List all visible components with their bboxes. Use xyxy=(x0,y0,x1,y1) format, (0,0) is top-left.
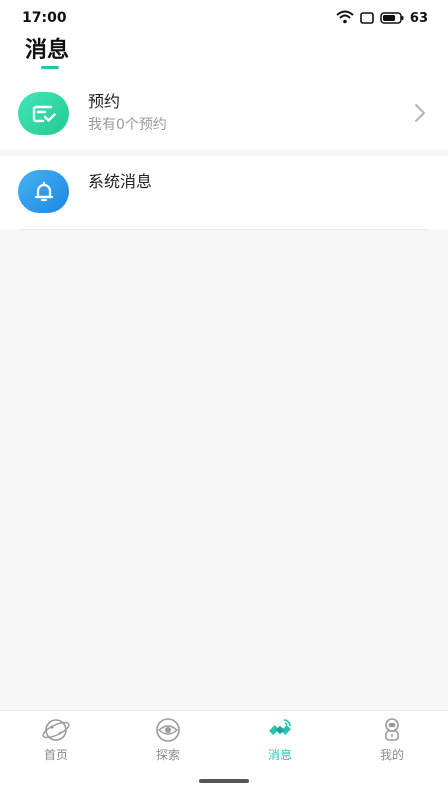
tab-label: 我的 xyxy=(379,748,404,762)
tab-label: 首页 xyxy=(43,748,68,762)
planet-icon xyxy=(41,717,71,743)
tab-label: 消息 xyxy=(267,748,292,762)
tab-explore[interactable]: 探索 xyxy=(128,717,208,767)
home-indicator[interactable] xyxy=(199,779,249,783)
bottom-tab-bar: 首页 探索 消息 我的 xyxy=(0,710,448,798)
chevron-right-icon xyxy=(414,103,426,127)
tab-mine[interactable]: 我的 xyxy=(352,717,432,767)
message-subtitle: 我有0个预约 xyxy=(88,117,167,133)
eye-icon xyxy=(153,717,183,743)
status-icons: 63 xyxy=(336,9,428,28)
tab-label: 探索 xyxy=(155,748,180,762)
battery-level: 63 xyxy=(409,10,428,26)
message-title: 预约 xyxy=(88,92,121,111)
status-time: 17:00 xyxy=(22,10,67,26)
message-item-system[interactable]: 系统消息 xyxy=(0,156,448,230)
message-item-appointment[interactable]: 预约 我有0个预约 xyxy=(0,80,448,150)
tab-home[interactable]: 首页 xyxy=(16,717,96,767)
appointment-icon xyxy=(18,92,69,135)
message-title: 系统消息 xyxy=(88,172,153,191)
satellite-icon xyxy=(265,717,295,743)
row-divider xyxy=(18,229,430,230)
status-bar: 17:00 63 xyxy=(0,0,448,36)
sim-icon xyxy=(360,9,374,28)
wifi-icon xyxy=(336,9,354,28)
page-header: 消息 xyxy=(0,36,448,80)
bell-icon xyxy=(18,170,69,213)
page-title: 消息 xyxy=(25,38,70,63)
battery-icon xyxy=(380,9,404,28)
title-underline xyxy=(41,66,59,69)
astronaut-icon xyxy=(377,717,407,743)
tab-messages[interactable]: 消息 xyxy=(240,717,320,767)
